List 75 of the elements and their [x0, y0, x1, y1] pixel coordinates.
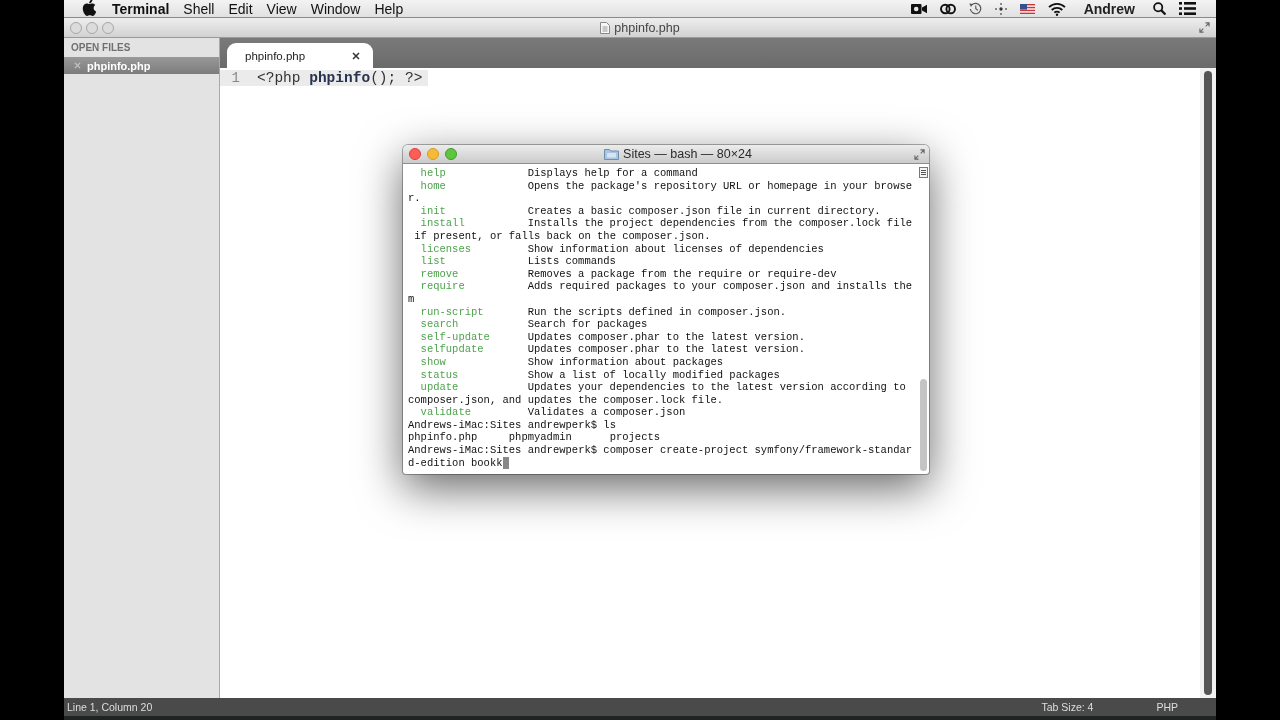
command-description: Lists commands — [527, 255, 616, 268]
file-tab[interactable]: phpinfo.php — [227, 43, 373, 68]
command-description: Removes a package from the require or require-dev — [527, 267, 837, 281]
menu-item[interactable]: Window — [303, 0, 368, 18]
command-name: licenses — [420, 242, 472, 256]
cursor-position: Line 1, Column 20 — [67, 701, 153, 713]
clock-icon[interactable] — [968, 2, 982, 15]
menu-item[interactable]: Edit — [221, 0, 260, 18]
command-description: Search for packages — [527, 318, 648, 331]
app-menu[interactable]: Terminal — [105, 0, 177, 18]
command-description: Updates composer.phar to the latest version. — [527, 330, 805, 344]
command-name: status — [420, 368, 460, 382]
window-title: phpinfo.php — [614, 20, 680, 35]
command-name: list — [420, 255, 447, 268]
terminal-line: r. — [408, 192, 421, 205]
command-name: validate — [420, 406, 472, 419]
command-description: Validates a composer.json — [527, 406, 686, 419]
menu-item[interactable]: View — [259, 0, 304, 18]
tab-size-setting[interactable]: Tab Size: 4 — [1041, 701, 1094, 713]
command-description: Show a list of locally modified packages — [527, 368, 780, 382]
command-description: Opens the package's repository URL or homepage in your browse — [527, 179, 913, 193]
command-description: Run the scripts defined in composer.json. — [527, 305, 787, 319]
video-camera-icon[interactable] — [910, 2, 927, 15]
terminal-line: Andrews-iMac:Sites andrewperk$ composer create-project symfony/framework-standar — [408, 444, 913, 457]
flag-icon[interactable] — [1019, 3, 1035, 14]
zoom-button[interactable] — [445, 148, 457, 160]
menu-item[interactable]: Shell — [176, 0, 222, 18]
command-description: Show information about licenses of dependencies — [527, 242, 824, 256]
fullscreen-icon[interactable] — [914, 148, 925, 160]
command-name: remove — [420, 267, 460, 281]
command-name: update — [420, 381, 460, 394]
crosshair-icon[interactable] — [994, 2, 1007, 15]
command-name: run-script — [420, 305, 485, 319]
scrollbar-thumb[interactable] — [919, 379, 927, 471]
search-icon[interactable] — [1153, 2, 1166, 15]
sidebar-heading: OPEN FILES — [71, 42, 131, 54]
open-file-item[interactable]: phpinfo.php — [64, 57, 219, 74]
command-description: Creates a basic composer.json file in current directory. — [527, 204, 881, 218]
terminal-line: m — [408, 292, 415, 306]
folder-icon — [604, 148, 620, 160]
menu-item[interactable]: Help — [367, 0, 411, 18]
command-name: search — [420, 318, 460, 331]
scrollbar-thumb[interactable] — [1204, 71, 1212, 695]
close-button[interactable] — [409, 148, 421, 160]
command-description: Displays help for a command — [527, 167, 698, 180]
line-number: 1 — [220, 70, 252, 86]
terminal-line: phpinfo.php phpmyadmin projects — [408, 431, 661, 445]
split-pane-icon[interactable] — [918, 167, 928, 178]
command-description: Updates your dependencies to the latest version according to — [527, 381, 906, 394]
command-description: Updates composer.phar to the latest version. — [527, 343, 805, 356]
user-name[interactable]: Andrew — [1083, 0, 1135, 17]
command-description: Adds required packages to your composer.json and installs the — [527, 280, 913, 293]
command-name: init — [420, 204, 447, 218]
window-title: Sites — bash — 80×24 — [623, 147, 752, 161]
terminal-line: Andrews-iMac:Sites andrewperk$ ls — [408, 418, 616, 432]
document-icon — [600, 21, 611, 34]
wifi-icon[interactable] — [1047, 1, 1066, 16]
command-name: install — [420, 217, 466, 230]
command-name: self-update — [420, 330, 491, 344]
syntax-setting[interactable]: PHP — [1156, 701, 1178, 713]
command-name: home — [420, 179, 447, 193]
apple-icon[interactable] — [82, 0, 96, 16]
terminal-line: d-edition bookk — [408, 456, 503, 470]
command-name: require — [420, 280, 466, 293]
terminal-line: if present, or falls back on the composer.json. — [413, 229, 711, 243]
command-description: Show information about packages — [527, 355, 724, 369]
rings-icon[interactable] — [939, 2, 956, 15]
terminal-line: composer.json, and updates the composer.lock file. — [408, 393, 724, 407]
fullscreen-icon[interactable] — [1199, 22, 1210, 33]
command-description: Installs the project dependencies from the composer.lock file — [527, 217, 913, 230]
command-name: show — [420, 355, 447, 369]
close-icon[interactable] — [352, 51, 360, 60]
command-name: help — [420, 167, 447, 180]
list-icon[interactable] — [1179, 2, 1196, 15]
command-name: selfupdate — [420, 343, 485, 356]
